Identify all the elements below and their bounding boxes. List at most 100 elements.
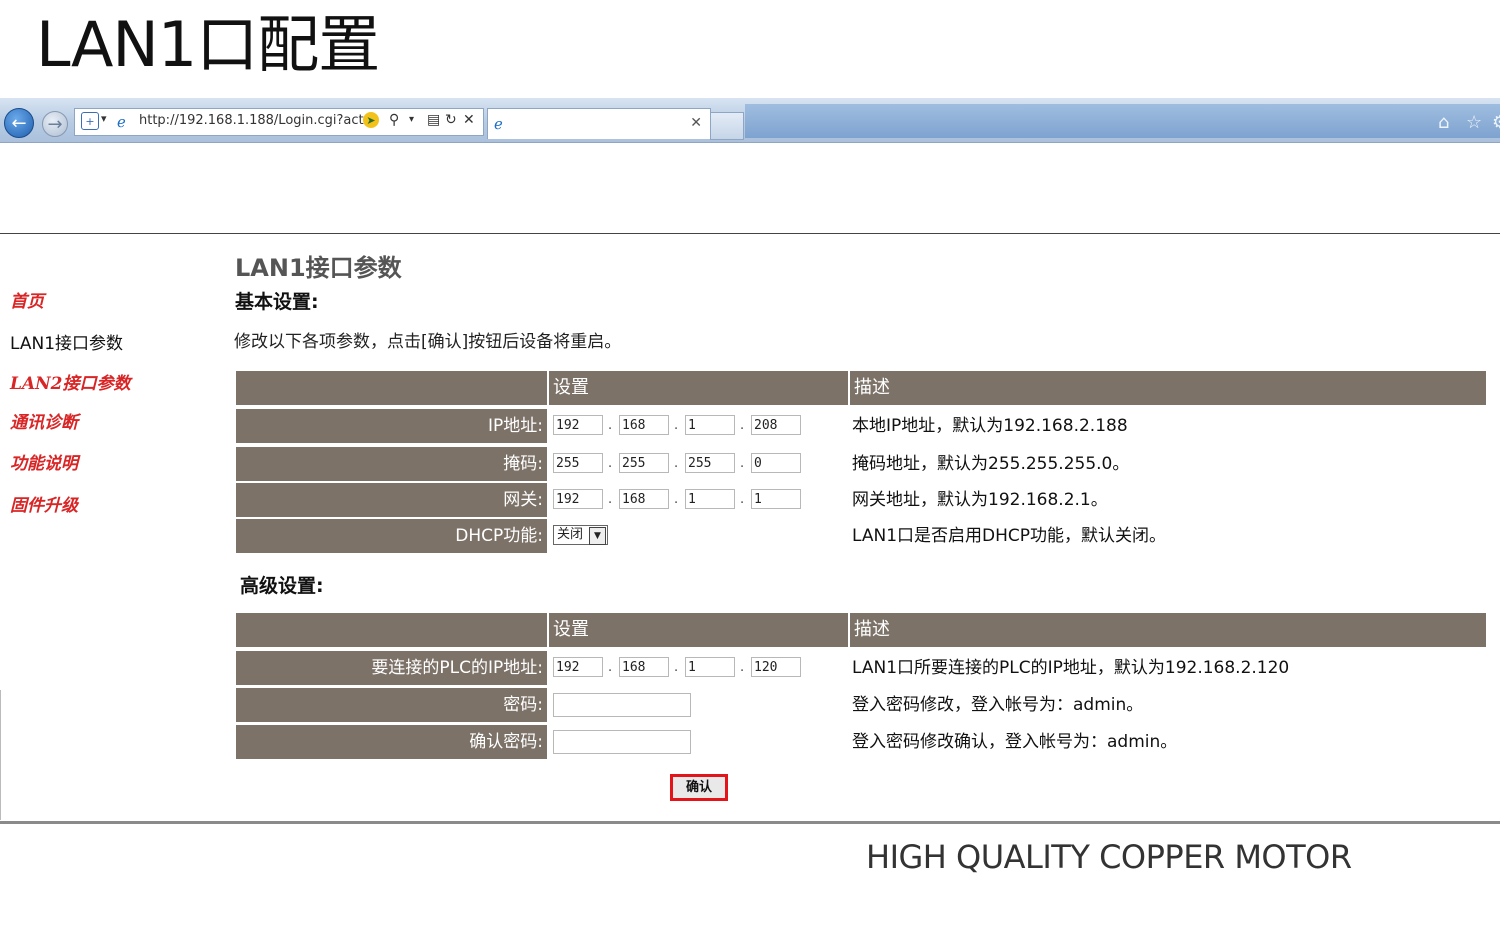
header-settings: 设置 bbox=[549, 371, 848, 405]
dot-separator: . bbox=[674, 492, 679, 507]
plc-ip-octet-4[interactable]: 120 bbox=[751, 657, 801, 677]
page-top-rule bbox=[0, 233, 1500, 234]
chevron-down-icon[interactable]: ▾ bbox=[101, 112, 107, 125]
confirm-password-description: 登入密码修改确认，登入帐号为：admin。 bbox=[852, 732, 1178, 752]
ip-octet-2[interactable]: 168 bbox=[619, 415, 669, 435]
gateway-description: 网关地址，默认为192.168.2.1。 bbox=[852, 490, 1108, 510]
password-label: 密码: bbox=[236, 688, 547, 722]
sidebar-item-firmware[interactable]: 固件升级 bbox=[10, 491, 78, 516]
forward-arrow-icon: → bbox=[47, 113, 63, 135]
password-settings-cell bbox=[549, 688, 848, 722]
home-icon[interactable]: ⌂ bbox=[1438, 112, 1449, 133]
dot-separator: . bbox=[740, 456, 745, 471]
table-row-plc-ip: 要连接的PLC的IP地址: 192 . 168 . 1 . 120 LAN1口所… bbox=[236, 651, 1486, 685]
gateway-octet-1[interactable]: 192 bbox=[553, 489, 603, 509]
page-bottom-rule bbox=[0, 821, 1500, 824]
advanced-table-header: 设置 描述 bbox=[236, 613, 1486, 647]
ip-octet-4[interactable]: 208 bbox=[751, 415, 801, 435]
plc-ip-octet-2[interactable]: 168 bbox=[619, 657, 669, 677]
plc-ip-label: 要连接的PLC的IP地址: bbox=[236, 651, 547, 685]
tagline: HIGH QUALITY COPPER MOTOR bbox=[866, 838, 1352, 876]
shield-icon[interactable]: + bbox=[81, 112, 99, 130]
mask-octet-2[interactable]: 255 bbox=[619, 453, 669, 473]
table-row-confirm-password: 确认密码: 登入密码修改确认，登入帐号为：admin。 bbox=[236, 725, 1486, 759]
back-button[interactable]: ← bbox=[4, 108, 34, 138]
dot-separator: . bbox=[740, 418, 745, 433]
page-left-edge bbox=[0, 690, 1, 820]
sidebar-item-diagnostics[interactable]: 通讯诊断 bbox=[10, 408, 78, 433]
close-icon[interactable]: ✕ bbox=[690, 115, 702, 131]
intro-text: 修改以下各项参数，点击[确认]按钮后设备将重启。 bbox=[234, 332, 622, 352]
chevron-down-icon[interactable]: ▼ bbox=[589, 527, 606, 545]
ip-octet-3[interactable]: 1 bbox=[685, 415, 735, 435]
dhcp-description: LAN1口是否启用DHCP功能，默认关闭。 bbox=[852, 526, 1167, 546]
favorites-star-icon[interactable]: ☆ bbox=[1466, 112, 1482, 133]
compat-view-icon[interactable]: ▤ bbox=[427, 112, 440, 128]
table-row-mask: 掩码: 255 . 255 . 255 . 0 掩码地址，默认为255.255.… bbox=[236, 447, 1486, 481]
refresh-icon[interactable]: ↻ bbox=[445, 112, 457, 128]
url-text[interactable]: http://192.168.1.188/Login.cgi?act bbox=[139, 113, 364, 128]
browser-toolbar: ← → + ▾ ℯ http://192.168.1.188/Login.cgi… bbox=[0, 98, 1500, 143]
compatibility-icon[interactable]: ➤ bbox=[363, 112, 379, 128]
mask-octet-1[interactable]: 255 bbox=[553, 453, 603, 473]
mask-label: 掩码: bbox=[236, 447, 547, 481]
basic-settings-heading: 基本设置: bbox=[235, 291, 319, 313]
confirm-button[interactable]: 确认 bbox=[670, 774, 728, 801]
search-dropdown-icon[interactable]: ▾ bbox=[409, 114, 414, 125]
dot-separator: . bbox=[608, 492, 613, 507]
mask-settings-cell: 255 . 255 . 255 . 0 bbox=[549, 447, 848, 481]
header-label-cell bbox=[236, 371, 547, 405]
header-settings: 设置 bbox=[549, 613, 848, 647]
dot-separator: . bbox=[608, 660, 613, 675]
confirm-password-label: 确认密码: bbox=[236, 725, 547, 759]
dot-separator: . bbox=[674, 418, 679, 433]
dhcp-label: DHCP功能: bbox=[236, 519, 547, 553]
mask-octet-3[interactable]: 255 bbox=[685, 453, 735, 473]
new-tab-button[interactable] bbox=[710, 112, 744, 140]
plc-ip-octet-3[interactable]: 1 bbox=[685, 657, 735, 677]
dot-separator: . bbox=[674, 660, 679, 675]
mask-description: 掩码地址，默认为255.255.255.0。 bbox=[852, 454, 1130, 474]
gateway-octet-4[interactable]: 1 bbox=[751, 489, 801, 509]
sidebar-item-lan1[interactable]: LAN1接口参数 bbox=[10, 329, 123, 354]
table-row-gateway: 网关: 192 . 168 . 1 . 1 网关地址，默认为192.168.2.… bbox=[236, 483, 1486, 517]
stop-icon[interactable]: ✕ bbox=[463, 112, 475, 128]
toolbar-strip bbox=[745, 104, 1500, 138]
gateway-settings-cell: 192 . 168 . 1 . 1 bbox=[549, 483, 848, 517]
dot-separator: . bbox=[740, 660, 745, 675]
sidebar-item-help[interactable]: 功能说明 bbox=[10, 449, 78, 474]
ie-tab-icon: ℯ bbox=[494, 115, 503, 133]
dhcp-select-value: 关闭 bbox=[557, 527, 584, 542]
page-title: LAN1接口参数 bbox=[235, 254, 402, 282]
advanced-settings-heading: 高级设置: bbox=[240, 575, 324, 597]
basic-table-header: 设置 描述 bbox=[236, 371, 1486, 405]
back-arrow-icon: ← bbox=[11, 112, 27, 134]
confirm-password-field[interactable] bbox=[553, 730, 691, 754]
plc-ip-description: LAN1口所要连接的PLC的IP地址，默认为192.168.2.120 bbox=[852, 658, 1290, 678]
ip-octet-1[interactable]: 192 bbox=[553, 415, 603, 435]
plc-ip-octet-1[interactable]: 192 bbox=[553, 657, 603, 677]
dhcp-settings-cell: 关闭 ▼ bbox=[549, 519, 848, 553]
ip-settings-cell: 192 . 168 . 1 . 208 bbox=[549, 409, 848, 443]
plc-ip-settings-cell: 192 . 168 . 1 . 120 bbox=[549, 651, 848, 685]
browser-tab[interactable]: ℯ ✕ bbox=[487, 108, 711, 139]
search-icon[interactable]: ⚲ bbox=[389, 112, 399, 128]
settings-gear-icon[interactable]: ⚙ bbox=[1492, 112, 1500, 133]
password-field[interactable] bbox=[553, 693, 691, 717]
forward-button[interactable]: → bbox=[42, 111, 68, 137]
ie-icon: ℯ bbox=[117, 113, 126, 131]
table-row-dhcp: DHCP功能: 关闭 ▼ LAN1口是否启用DHCP功能，默认关闭。 bbox=[236, 519, 1486, 553]
ip-label: IP地址: bbox=[236, 409, 547, 443]
mask-octet-4[interactable]: 0 bbox=[751, 453, 801, 473]
gateway-octet-2[interactable]: 168 bbox=[619, 489, 669, 509]
table-row-ip: IP地址: 192 . 168 . 1 . 208 本地IP地址，默认为192.… bbox=[236, 409, 1486, 443]
sidebar-item-home[interactable]: 首页 bbox=[10, 287, 44, 312]
password-description: 登入密码修改，登入帐号为：admin。 bbox=[852, 695, 1144, 715]
slide-title: LAN1口配置 bbox=[36, 8, 380, 81]
gateway-octet-3[interactable]: 1 bbox=[685, 489, 735, 509]
header-description: 描述 bbox=[850, 613, 1486, 647]
ip-description: 本地IP地址，默认为192.168.2.188 bbox=[852, 416, 1128, 436]
dhcp-select[interactable]: 关闭 ▼ bbox=[553, 525, 608, 545]
address-bar[interactable]: + ▾ ℯ http://192.168.1.188/Login.cgi?act… bbox=[74, 108, 484, 136]
sidebar-item-lan2[interactable]: LAN2接口参数 bbox=[10, 369, 131, 394]
